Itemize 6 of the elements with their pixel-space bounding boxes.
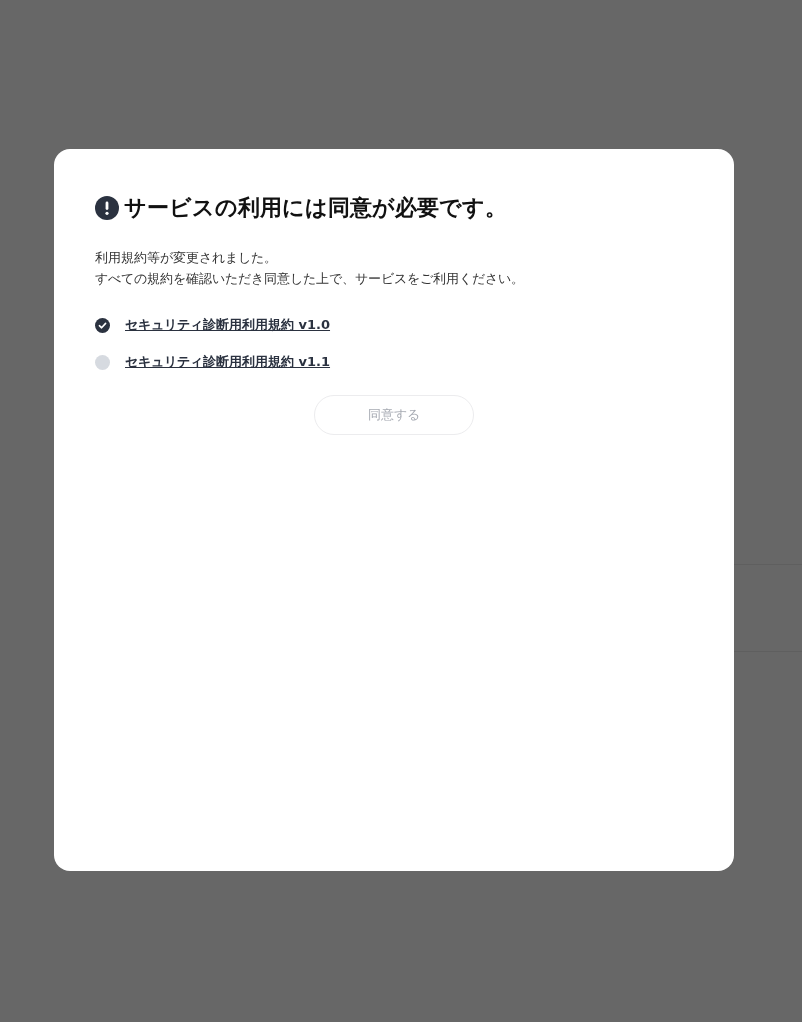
terms-link[interactable]: セキュリティ診断用利用規約 v1.1 <box>125 353 331 371</box>
exclamation-icon <box>95 196 119 220</box>
message-text: 利用規約等が変更されました。 <box>95 249 278 267</box>
message-text: すべての規約を確認いただき同意した上で、サービスをご利用ください。 <box>95 270 525 288</box>
dialog-title: サービスの利用には同意が必要です。 <box>124 194 507 222</box>
terms-link[interactable]: セキュリティ診断用利用規約 v1.0 <box>125 316 331 334</box>
